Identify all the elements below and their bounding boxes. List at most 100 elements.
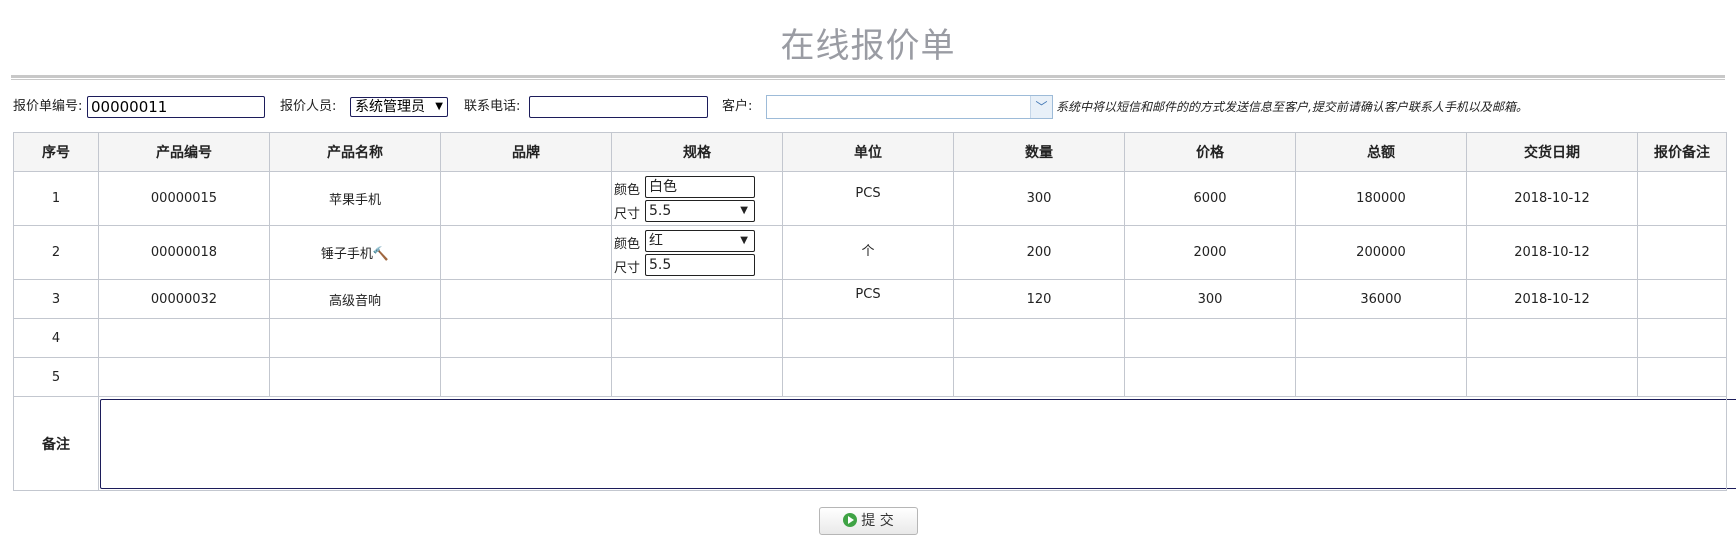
spec-size-select[interactable]: 5.5 ▼	[645, 199, 755, 222]
cell-remark	[1637, 279, 1727, 319]
spec-color-input[interactable]: 白色	[645, 175, 755, 198]
cell-code: 00000018	[98, 225, 270, 280]
cell-brand	[440, 318, 612, 358]
cell-qty: 120	[953, 279, 1125, 319]
dropdown-arrow-icon: ▼	[740, 234, 748, 246]
cell-brand	[440, 171, 612, 226]
cell-name: 苹果手机	[269, 171, 441, 226]
phone-input[interactable]	[529, 96, 708, 118]
spec-color-label: 颜色	[614, 182, 641, 198]
cell-date: 2018-10-12	[1466, 279, 1638, 319]
cell-code: 00000032	[98, 279, 270, 319]
table-row: 5	[13, 357, 1727, 397]
cell-date	[1466, 318, 1638, 358]
col-header-name: 产品名称	[269, 132, 441, 172]
cell-remark	[1637, 357, 1727, 397]
cell-code	[98, 318, 270, 358]
cell-brand	[440, 357, 612, 397]
cell-name: 锤子手机🔨	[269, 225, 441, 280]
cell-spec: 颜色 白色 尺寸 5.5 ▼	[611, 171, 783, 226]
table-row: 4	[13, 318, 1727, 358]
cell-spec	[611, 318, 783, 358]
cell-no: 4	[13, 318, 99, 358]
page-title: 在线报价单	[780, 26, 956, 66]
spec-color-label: 颜色	[614, 236, 641, 252]
spec-size-value: 5.5	[649, 202, 672, 219]
spec-size-label: 尺寸	[614, 260, 641, 276]
cell-qty	[953, 318, 1125, 358]
submit-label: 提 交	[861, 513, 894, 529]
spec-color-value: 红	[649, 232, 663, 249]
col-header-unit: 单位	[782, 132, 954, 172]
table-row: 2 00000018 锤子手机🔨 颜色 红 ▼ 尺寸 5.5 个 200 200…	[13, 225, 1727, 280]
col-header-total: 总额	[1295, 132, 1467, 172]
dropdown-arrow-icon: ▼	[435, 101, 443, 112]
customer-combobox[interactable]: ﹀	[766, 95, 1053, 119]
cell-remark	[1637, 225, 1727, 280]
col-header-code: 产品编号	[98, 132, 270, 172]
col-header-price: 价格	[1124, 132, 1296, 172]
remark-textarea[interactable]	[100, 398, 1736, 489]
submit-button[interactable]: 提 交	[819, 507, 918, 535]
col-header-date: 交货日期	[1466, 132, 1638, 172]
cell-price	[1124, 357, 1296, 397]
cell-price	[1124, 318, 1296, 358]
cell-brand	[440, 279, 612, 319]
cell-date: 2018-10-12	[1466, 225, 1638, 280]
quote-table: 序号 产品编号 产品名称 品牌 规格 单位 数量 价格 总额 交货日期 报价备注…	[13, 132, 1736, 491]
cell-date: 2018-10-12	[1466, 171, 1638, 226]
table-row: 3 00000032 高级音响 PCS 120 300 36000 2018-1…	[13, 279, 1727, 319]
cell-total: 36000	[1295, 279, 1467, 319]
spec-color-select[interactable]: 红 ▼	[645, 229, 755, 252]
cell-spec	[611, 357, 783, 397]
remark-label: 备注	[13, 396, 99, 491]
col-header-remark: 报价备注	[1637, 132, 1727, 172]
cell-spec	[611, 279, 783, 319]
cell-code: 00000015	[98, 171, 270, 226]
dropdown-arrow-icon: ▼	[740, 204, 748, 216]
customer-label: 客户:	[722, 99, 753, 114]
cell-total	[1295, 357, 1467, 397]
cell-unit: 个	[782, 225, 954, 280]
cell-remark	[1637, 171, 1727, 226]
cell-name	[269, 357, 441, 397]
cell-total	[1295, 318, 1467, 358]
chevron-down-icon[interactable]: ﹀	[1030, 96, 1052, 118]
staff-select-value: 系统管理员	[355, 99, 425, 115]
cell-qty	[953, 357, 1125, 397]
col-header-spec: 规格	[611, 132, 783, 172]
staff-label: 报价人员:	[280, 99, 337, 114]
cell-code	[98, 357, 270, 397]
cell-spec: 颜色 红 ▼ 尺寸 5.5	[611, 225, 783, 280]
cell-no: 5	[13, 357, 99, 397]
table-row: 1 00000015 苹果手机 颜色 白色 尺寸 5.5 ▼ PCS 300 6…	[13, 171, 1727, 226]
quote-number-input[interactable]: 00000011	[87, 96, 265, 118]
cell-total: 200000	[1295, 225, 1467, 280]
staff-select[interactable]: 系统管理员 ▼	[350, 97, 448, 117]
cell-qty: 300	[953, 171, 1125, 226]
spec-size-label: 尺寸	[614, 206, 641, 222]
spec-size-input[interactable]: 5.5	[645, 253, 755, 276]
title-divider-thin	[11, 79, 1725, 80]
cell-remark	[1637, 318, 1727, 358]
cell-unit: PCS	[782, 171, 954, 226]
col-header-qty: 数量	[953, 132, 1125, 172]
title-divider	[11, 75, 1725, 78]
cell-qty: 200	[953, 225, 1125, 280]
col-header-brand: 品牌	[440, 132, 612, 172]
remark-row: 备注	[13, 396, 1736, 491]
cell-no: 1	[13, 171, 99, 226]
phone-label: 联系电话:	[464, 99, 521, 114]
cell-brand	[440, 225, 612, 280]
play-icon	[843, 513, 858, 527]
cell-total: 180000	[1295, 171, 1467, 226]
table-header-row: 序号 产品编号 产品名称 品牌 规格 单位 数量 价格 总额 交货日期 报价备注	[13, 132, 1727, 172]
cell-unit: PCS	[782, 279, 954, 319]
remark-cell	[98, 396, 1736, 491]
cell-no: 2	[13, 225, 99, 280]
cell-price: 2000	[1124, 225, 1296, 280]
cell-price: 300	[1124, 279, 1296, 319]
cell-no: 3	[13, 279, 99, 319]
cell-name: 高级音响	[269, 279, 441, 319]
col-header-no: 序号	[13, 132, 99, 172]
